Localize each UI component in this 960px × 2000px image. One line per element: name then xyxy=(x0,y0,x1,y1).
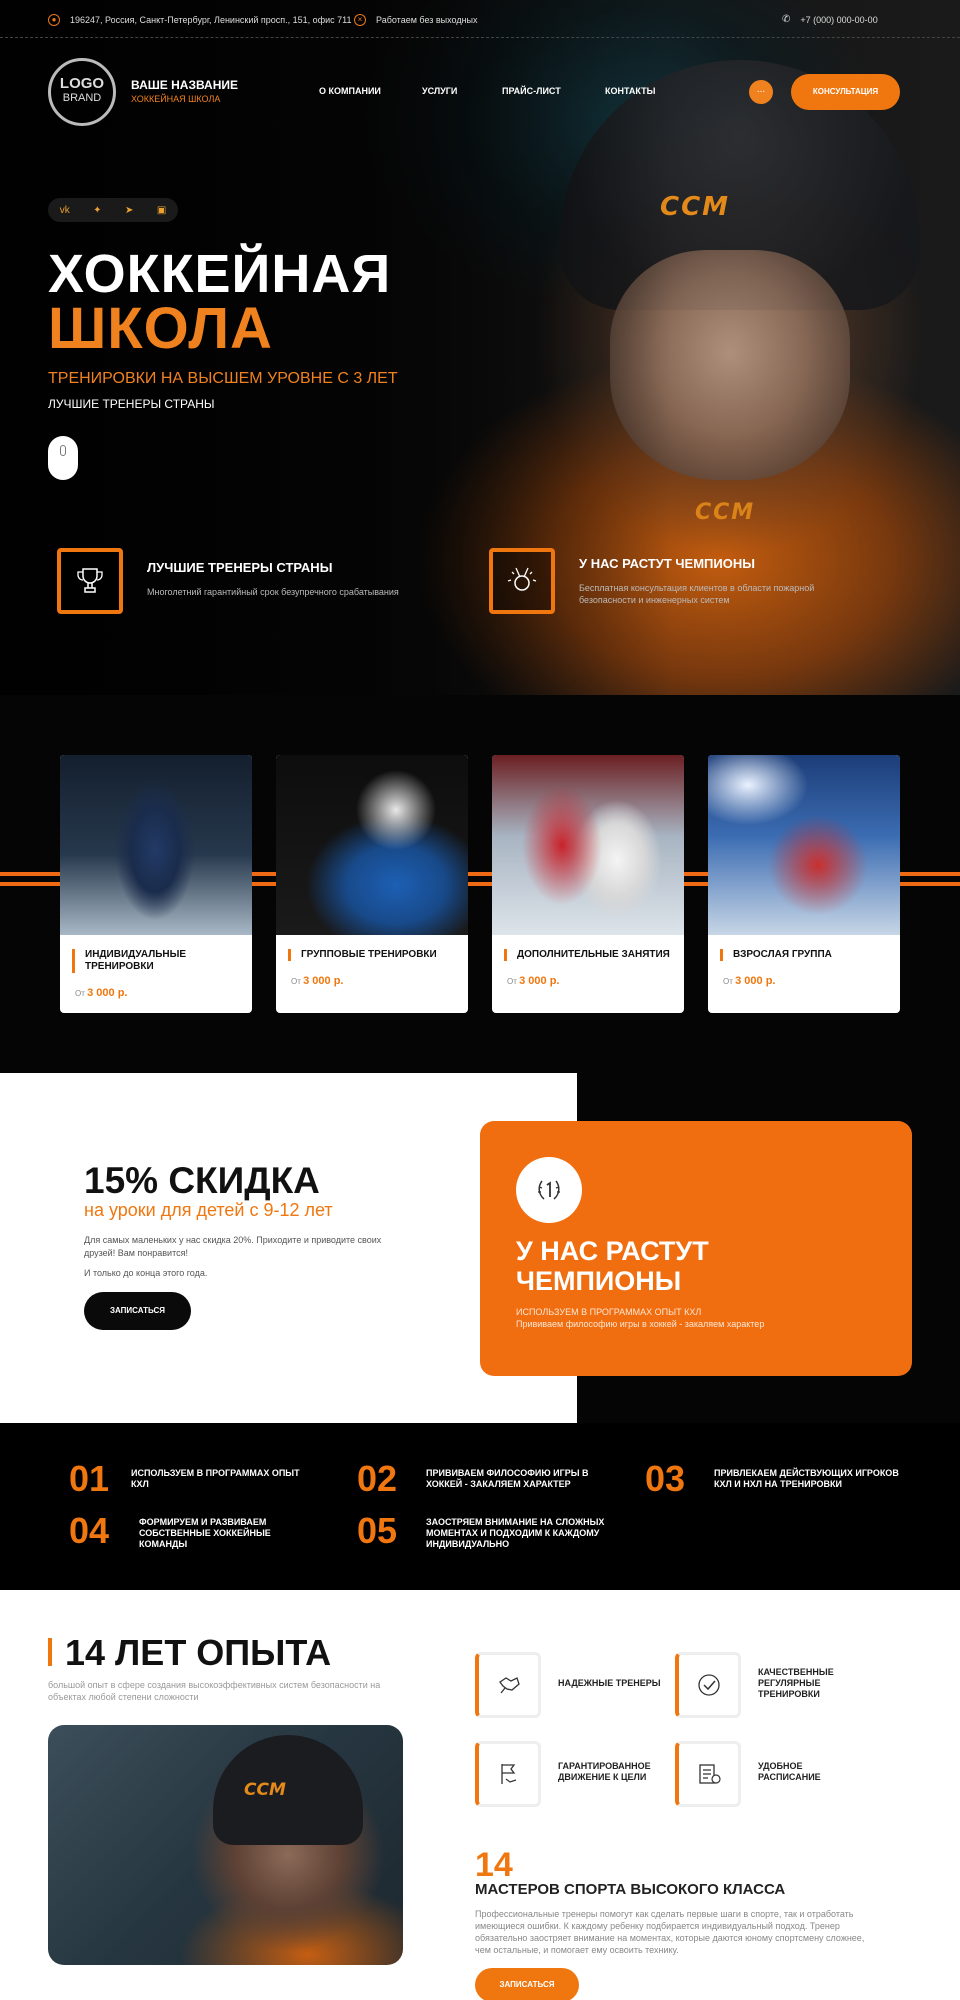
champions-title: У НАС РАСТУТ ЧЕМПИОНЫ xyxy=(516,1236,709,1296)
vk-icon[interactable]: vk xyxy=(60,205,70,216)
nav-item-services[interactable]: УСЛУГИ xyxy=(422,86,457,96)
nav-item-about[interactable]: О КОМПАНИИ xyxy=(319,86,381,96)
points-section xyxy=(0,1423,960,1590)
service-price: От 3 000 р. xyxy=(75,987,128,999)
discount-subtitle: на уроки для детей с 9-12 лет xyxy=(84,1200,333,1220)
point-text: ФОРМИРУЕМ И РАЗВИВАЕМ СОБСТВЕННЫЕ ХОККЕЙ… xyxy=(139,1517,271,1549)
point-text: ИСПОЛЬЗУЕМ В ПРОГРАММАХ ОПЫТ КХЛ xyxy=(131,1468,300,1489)
point-text: ПРИВИВАЕМ ФИЛОСОФИЮ ИГРЫ В ХОККЕЙ - ЗАКА… xyxy=(426,1468,589,1489)
masters-title: МАСТЕРОВ СПОРТА ВЫСОКОГО КЛАССА xyxy=(475,1881,786,1898)
social-links: vk ✦ ➤ ▣ xyxy=(48,198,178,222)
service-title: ВЗРОСЛАЯ ГРУППА xyxy=(720,949,890,961)
masters-text: Профессиональные тренеры помогут как сде… xyxy=(475,1909,865,1955)
consultation-button[interactable]: КОНСУЛЬТАЦИЯ xyxy=(791,74,900,110)
address-item: ● 196247, Россия, Санкт-Петербург, Ленин… xyxy=(48,14,351,26)
point-text: ЗАОСТРЯЕМ ВНИМАНИЕ НА СЛОЖНЫХ МОМЕНТАХ И… xyxy=(426,1517,605,1549)
service-card[interactable]: ВЗРОСЛАЯ ГРУППА От 3 000 р. xyxy=(708,755,900,1013)
service-title: ГРУППОВЫЕ ТРЕНИРОВКИ xyxy=(288,949,458,961)
service-image xyxy=(492,755,684,935)
hero-tagline: ЛУЧШИЕ ТРЕНЕРЫ СТРАНЫ xyxy=(48,397,215,411)
service-image xyxy=(276,755,468,935)
hero-subtitle: ТРЕНИРОВКИ НА ВЫСШЕМ УРОВНЕ С 3 ЛЕТ xyxy=(48,370,398,387)
feature-desc: Многолетний гарантийный срок безупречног… xyxy=(147,587,399,597)
discount-title: 15% СКИДКА xyxy=(84,1160,320,1201)
laurel-one-icon xyxy=(516,1157,582,1223)
logo-line1: LOGO xyxy=(59,75,105,92)
flag-hand-icon xyxy=(475,1741,541,1807)
location-icon: ● xyxy=(48,14,60,26)
advantage-label: ГАРАНТИРОВАННОЕ ДВИЖЕНИЕ К ЦЕЛИ xyxy=(558,1761,651,1782)
service-price: От 3 000 р. xyxy=(507,975,560,987)
service-image xyxy=(60,755,252,935)
service-card[interactable]: ГРУППОВЫЕ ТРЕНИРОВКИ От 3 000 р. xyxy=(276,755,468,1013)
twitter-icon[interactable]: ✦ xyxy=(93,205,101,216)
service-title: ДОПОЛНИТЕЛЬНЫЕ ЗАНЯТИЯ xyxy=(504,949,674,961)
scroll-down-icon[interactable] xyxy=(48,436,78,480)
service-image xyxy=(708,755,900,935)
discount-text: Для самых маленьких у нас скидка 20%. Пр… xyxy=(84,1235,382,1258)
discount-text2: И только до конца этого года. xyxy=(84,1268,208,1278)
phone-icon: ✆ xyxy=(782,14,791,25)
phone-link[interactable]: +7 (000) 000-00-00 xyxy=(800,15,877,25)
logo-line2: BRAND xyxy=(62,92,102,104)
nav-item-contacts[interactable]: КОНТАКТЫ xyxy=(605,86,655,96)
hero-title-line1: ХОККЕЙНАЯ xyxy=(48,244,392,304)
service-card[interactable]: ИНДИВИДУАЛЬНЫЕ ТРЕНИРОВКИ От 3 000 р. xyxy=(60,755,252,1013)
service-price: От 3 000 р. xyxy=(723,975,776,987)
top-bar: ● 196247, Россия, Санкт-Петербург, Ленин… xyxy=(0,0,960,38)
point-number: 04 xyxy=(69,1510,110,1551)
feature-title: У НАС РАСТУТ ЧЕМПИОНЫ xyxy=(579,556,755,571)
more-button[interactable]: ... xyxy=(749,80,773,104)
telegram-icon[interactable]: ➤ xyxy=(125,205,133,216)
point-number: 02 xyxy=(357,1458,398,1499)
experience-subtitle: большой опыт в сфере создания высокоэффе… xyxy=(48,1680,381,1702)
service-card[interactable]: ДОПОЛНИТЕЛЬНЫЕ ЗАНЯТИЯ От 3 000 р. xyxy=(492,755,684,1013)
hours-text: Работаем без выходных xyxy=(376,15,478,25)
brand-title: ВАШЕ НАЗВАНИЕ xyxy=(131,78,239,92)
experience-title: 14 ЛЕТ ОПЫТА xyxy=(65,1632,332,1673)
hero-title-line2: ШКОЛА xyxy=(48,296,273,361)
service-price: От 3 000 р. xyxy=(291,975,344,987)
point-number: 03 xyxy=(645,1458,686,1499)
service-title: ИНДИВИДУАЛЬНЫЕ ТРЕНИРОВКИ xyxy=(72,949,242,973)
schedule-icon xyxy=(675,1741,741,1807)
clock-icon: × xyxy=(354,14,366,26)
trophy-icon xyxy=(57,548,123,614)
advantage-label: НАДЕЖНЫЕ ТРЕНЕРЫ xyxy=(558,1678,661,1688)
check-badge-icon xyxy=(675,1652,741,1718)
hours-item: × Работаем без выходных xyxy=(354,14,478,26)
instagram-icon[interactable]: ▣ xyxy=(157,205,166,216)
advantage-label: УДОБНОЕ РАСПИСАНИЕ xyxy=(758,1761,821,1782)
brand-subtitle: ХОККЕЙНАЯ ШКОЛА xyxy=(131,94,221,104)
point-number: 05 xyxy=(357,1510,398,1551)
logo[interactable]: LOGO BRAND xyxy=(48,58,116,126)
advantage-label: КАЧЕСТВЕННЫЕ РЕГУЛЯРНЫЕ ТРЕНИРОВКИ xyxy=(758,1667,834,1699)
experience-player-image: CCM xyxy=(48,1725,403,1965)
feature-desc: Бесплатная консультация клиентов в облас… xyxy=(579,583,815,605)
masters-number: 14 xyxy=(475,1846,513,1884)
title-accent-bar xyxy=(48,1638,52,1666)
medal-icon xyxy=(489,548,555,614)
phone-item[interactable]: ✆ +7 (000) 000-00-00 xyxy=(782,14,878,25)
champions-text: ИСПОЛЬЗУЕМ В ПРОГРАММАХ ОПЫТ КХЛ Привива… xyxy=(516,1307,765,1329)
handshake-icon xyxy=(475,1652,541,1718)
point-number: 01 xyxy=(69,1458,110,1499)
signup-button-bottom[interactable]: ЗАПИСАТЬСЯ xyxy=(475,1968,579,2000)
signup-button[interactable]: ЗАПИСАТЬСЯ xyxy=(84,1292,191,1330)
address-text: 196247, Россия, Санкт-Петербург, Ленинск… xyxy=(70,15,352,25)
helmet-logo: CCM xyxy=(244,1780,286,1800)
feature-title: ЛУЧШИЕ ТРЕНЕРЫ СТРАНЫ xyxy=(147,560,333,575)
point-text: ПРИВЛЕКАЕМ ДЕЙСТВУЮЩИХ ИГРОКОВ КХЛ И НХЛ… xyxy=(714,1468,899,1489)
nav-item-prices[interactable]: ПРАЙС-ЛИСТ xyxy=(502,86,561,96)
brand: ВАШЕ НАЗВАНИЕ ХОККЕЙНАЯ ШКОЛА xyxy=(131,78,238,104)
